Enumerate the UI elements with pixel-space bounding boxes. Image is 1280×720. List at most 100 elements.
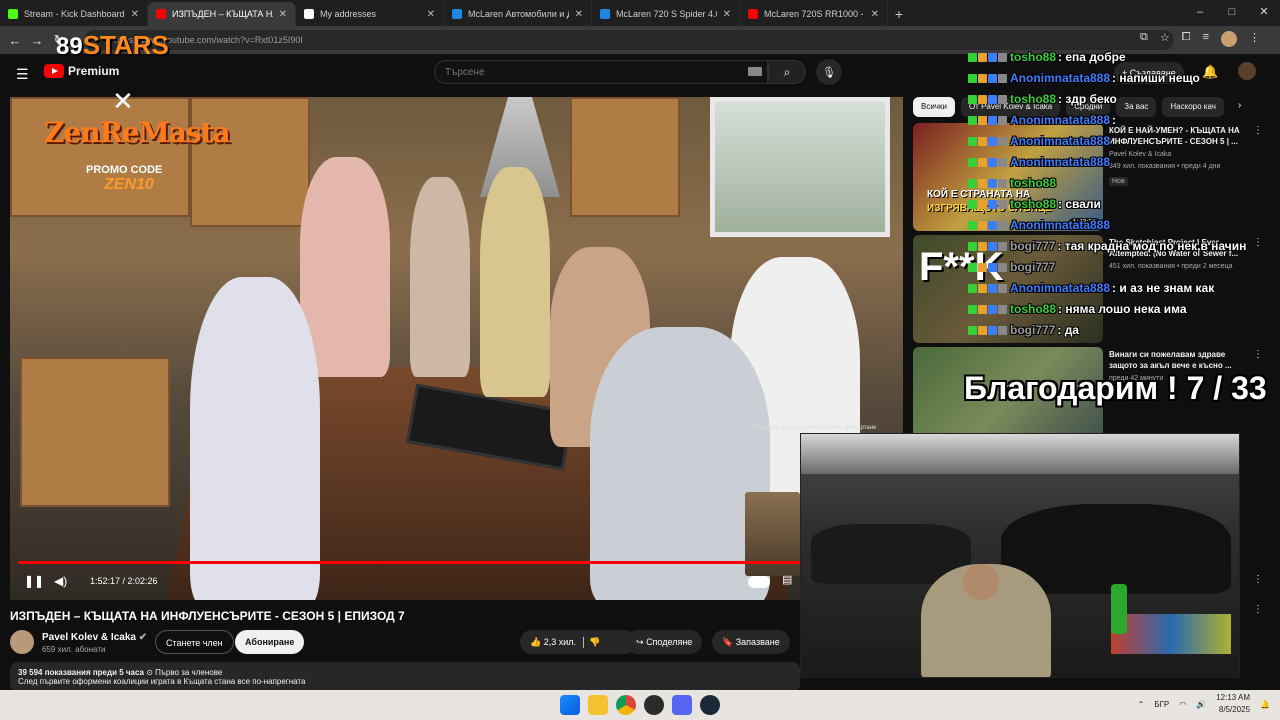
browser-menu-icon[interactable]: ⋮ <box>1249 31 1260 47</box>
share-button[interactable]: ↪ Споделяне <box>626 630 703 654</box>
kitchen-window <box>710 97 890 237</box>
channel-name[interactable]: Pavel Kolev & Icaka ✔ <box>42 632 147 643</box>
media-control-icon[interactable]: ≡ <box>1203 31 1209 47</box>
tray-chevron-icon[interactable]: ⌃ <box>1138 700 1145 709</box>
description-box[interactable]: 39 594 показвания преди 5 часа ⊙ Първо з… <box>10 662 800 690</box>
chip-recently-uploaded[interactable]: Наскоро кач <box>1162 97 1224 117</box>
chat-badges <box>968 157 1007 167</box>
chat-message: Anonimnatata888: <box>968 113 1116 127</box>
close-window-button[interactable]: ✕ <box>1248 0 1280 24</box>
voice-search-button[interactable]: 🎙 <box>816 59 842 85</box>
mobile-favicon-icon <box>600 9 610 19</box>
browser-tab-active[interactable]: ИЗПЪДЕН – КЪЩАТА НА И ✕ <box>148 2 296 26</box>
account-avatar[interactable] <box>1238 62 1256 80</box>
chat-text: : няма лошо нека има <box>1058 302 1187 316</box>
channel-avatar[interactable] <box>10 630 34 654</box>
like-count[interactable]: 2,3 хил. <box>544 637 576 647</box>
rec-meta: 451 хил. показвания • преди 2 месеца <box>1109 263 1233 270</box>
subscribe-button[interactable]: Абониране <box>235 630 305 654</box>
chat-text: : здр беко <box>1058 92 1117 106</box>
chevron-right-icon[interactable]: › <box>1238 100 1241 111</box>
chat-badge-icon <box>978 136 987 146</box>
chat-badge-icon <box>968 304 977 314</box>
search-button[interactable]: ⌕ <box>768 60 806 84</box>
steam-icon[interactable] <box>700 695 720 715</box>
clock[interactable]: 12:13 AM 8/5/2025 <box>1216 692 1250 716</box>
file-explorer-icon[interactable] <box>588 695 608 715</box>
profile-avatar[interactable] <box>1221 31 1237 47</box>
chrome-icon[interactable] <box>616 695 636 715</box>
join-button[interactable]: Станете член <box>155 630 234 654</box>
close-tab-icon[interactable]: ✕ <box>131 9 139 20</box>
search-input[interactable] <box>434 60 768 84</box>
language-indicator[interactable]: БГР <box>1154 700 1169 709</box>
hamburger-menu-icon[interactable]: ☰ <box>16 66 29 83</box>
extensions-icon[interactable]: ⧠ <box>1182 31 1191 47</box>
tab-title: McLaren 720S RR1000 - Wild S <box>764 9 865 19</box>
autoplay-toggle[interactable] <box>748 576 770 588</box>
minimize-button[interactable]: – <box>1184 0 1216 24</box>
windows-start-icon[interactable] <box>560 695 580 715</box>
speaker-icon[interactable]: 🔊 <box>1196 700 1206 709</box>
rec-channel[interactable]: Pavel Kolev & Icaka <box>1109 151 1171 158</box>
close-tab-icon[interactable]: ✕ <box>575 9 583 20</box>
chat-badge-icon <box>998 73 1007 83</box>
maximize-button[interactable]: □ <box>1216 0 1248 24</box>
more-options-icon[interactable]: ⋮ <box>1253 604 1263 615</box>
chat-text: : епа добре <box>1058 50 1126 64</box>
close-tab-icon[interactable]: ✕ <box>427 9 435 20</box>
chat-message: Anonimnatata888: напиши нещо <box>968 71 1200 85</box>
chat-badge-icon <box>988 52 997 62</box>
close-tab-icon[interactable]: ✕ <box>279 9 287 20</box>
discord-icon[interactable] <box>672 695 692 715</box>
browser-tab[interactable]: McLaren 720S RR1000 - Wild S ✕ <box>740 2 888 26</box>
notification-bell-icon[interactable]: 🔔 <box>1260 700 1270 709</box>
notifications-bell-icon[interactable]: 🔔 <box>1202 64 1218 80</box>
rec-title[interactable]: Винаги си пожелавам здраве защото за акъ… <box>1109 349 1249 371</box>
tab-title: Stream - Kick Dashboard <box>24 9 125 19</box>
pause-icon[interactable]: ❚❚ <box>24 574 44 588</box>
close-tab-icon[interactable]: ✕ <box>871 9 879 20</box>
open-in-app-icon[interactable]: ⧉ <box>1140 31 1148 47</box>
promo-label: PROMO CODE <box>86 164 163 176</box>
more-options-icon[interactable]: ⋮ <box>1253 237 1263 248</box>
back-arrow-icon[interactable]: ← <box>4 33 26 48</box>
browser-tab[interactable]: McLaren Автомобили и Джипа ✕ <box>444 2 592 26</box>
microphone-icon: 🎙 <box>822 66 836 79</box>
wifi-icon[interactable]: ◠ <box>1179 700 1186 709</box>
new-tab-button[interactable]: + <box>888 2 910 26</box>
volume-icon[interactable]: ◀) <box>54 574 67 588</box>
obs-icon[interactable] <box>644 695 664 715</box>
more-options-icon[interactable]: ⋮ <box>1253 574 1263 585</box>
video-progress-bar[interactable] <box>18 561 903 564</box>
browser-tab[interactable]: My addresses ✕ <box>296 2 444 26</box>
chip-all[interactable]: Всички <box>913 97 955 117</box>
chat-text: : <box>1112 113 1117 127</box>
browser-tab[interactable]: McLaren 720 S Spider 4.0 V8 Sp ✕ <box>592 2 740 26</box>
chat-badges <box>968 115 1007 125</box>
keyboard-icon[interactable] <box>748 67 762 76</box>
chat-text: : тая крадна мод по нек,в начин <box>1057 239 1247 253</box>
thumbs-up-icon[interactable]: 👍 <box>530 637 541 647</box>
youtube-logo[interactable]: Premium <box>44 64 119 78</box>
save-button[interactable]: 🔖 Запазване <box>712 630 790 654</box>
more-options-icon[interactable]: ⋮ <box>1253 349 1263 360</box>
thumbs-down-icon[interactable]: 👎 <box>589 637 600 647</box>
chat-badges <box>968 220 1007 230</box>
bookmark-star-icon[interactable]: ☆ <box>1160 31 1170 47</box>
chat-username: bogi777 <box>1010 323 1056 337</box>
forward-arrow-icon[interactable]: → <box>26 33 48 48</box>
chat-badges <box>968 241 1007 251</box>
chip-for-you[interactable]: За вас <box>1116 97 1157 117</box>
rec-title[interactable]: КОЙ Е НАЙ-УМЕН? - КЪЩАТА НА ИНФЛУЕНСЪРИТ… <box>1109 125 1249 147</box>
more-options-icon[interactable]: ⋮ <box>1253 125 1263 136</box>
chat-badge-icon <box>978 52 987 62</box>
browser-tab[interactable]: Stream - Kick Dashboard ✕ <box>0 2 148 26</box>
chat-badge-icon <box>998 115 1007 125</box>
tab-title: McLaren Автомобили и Джипа <box>468 9 569 19</box>
close-tab-icon[interactable]: ✕ <box>723 9 731 20</box>
subtitles-icon[interactable]: ▤ <box>782 573 792 586</box>
chat-badge-icon <box>988 262 997 272</box>
save-label: Запазване <box>735 637 780 647</box>
url-input[interactable]: https://www.youtube.com/watch?v=Rxt01z5I… <box>84 30 1174 50</box>
